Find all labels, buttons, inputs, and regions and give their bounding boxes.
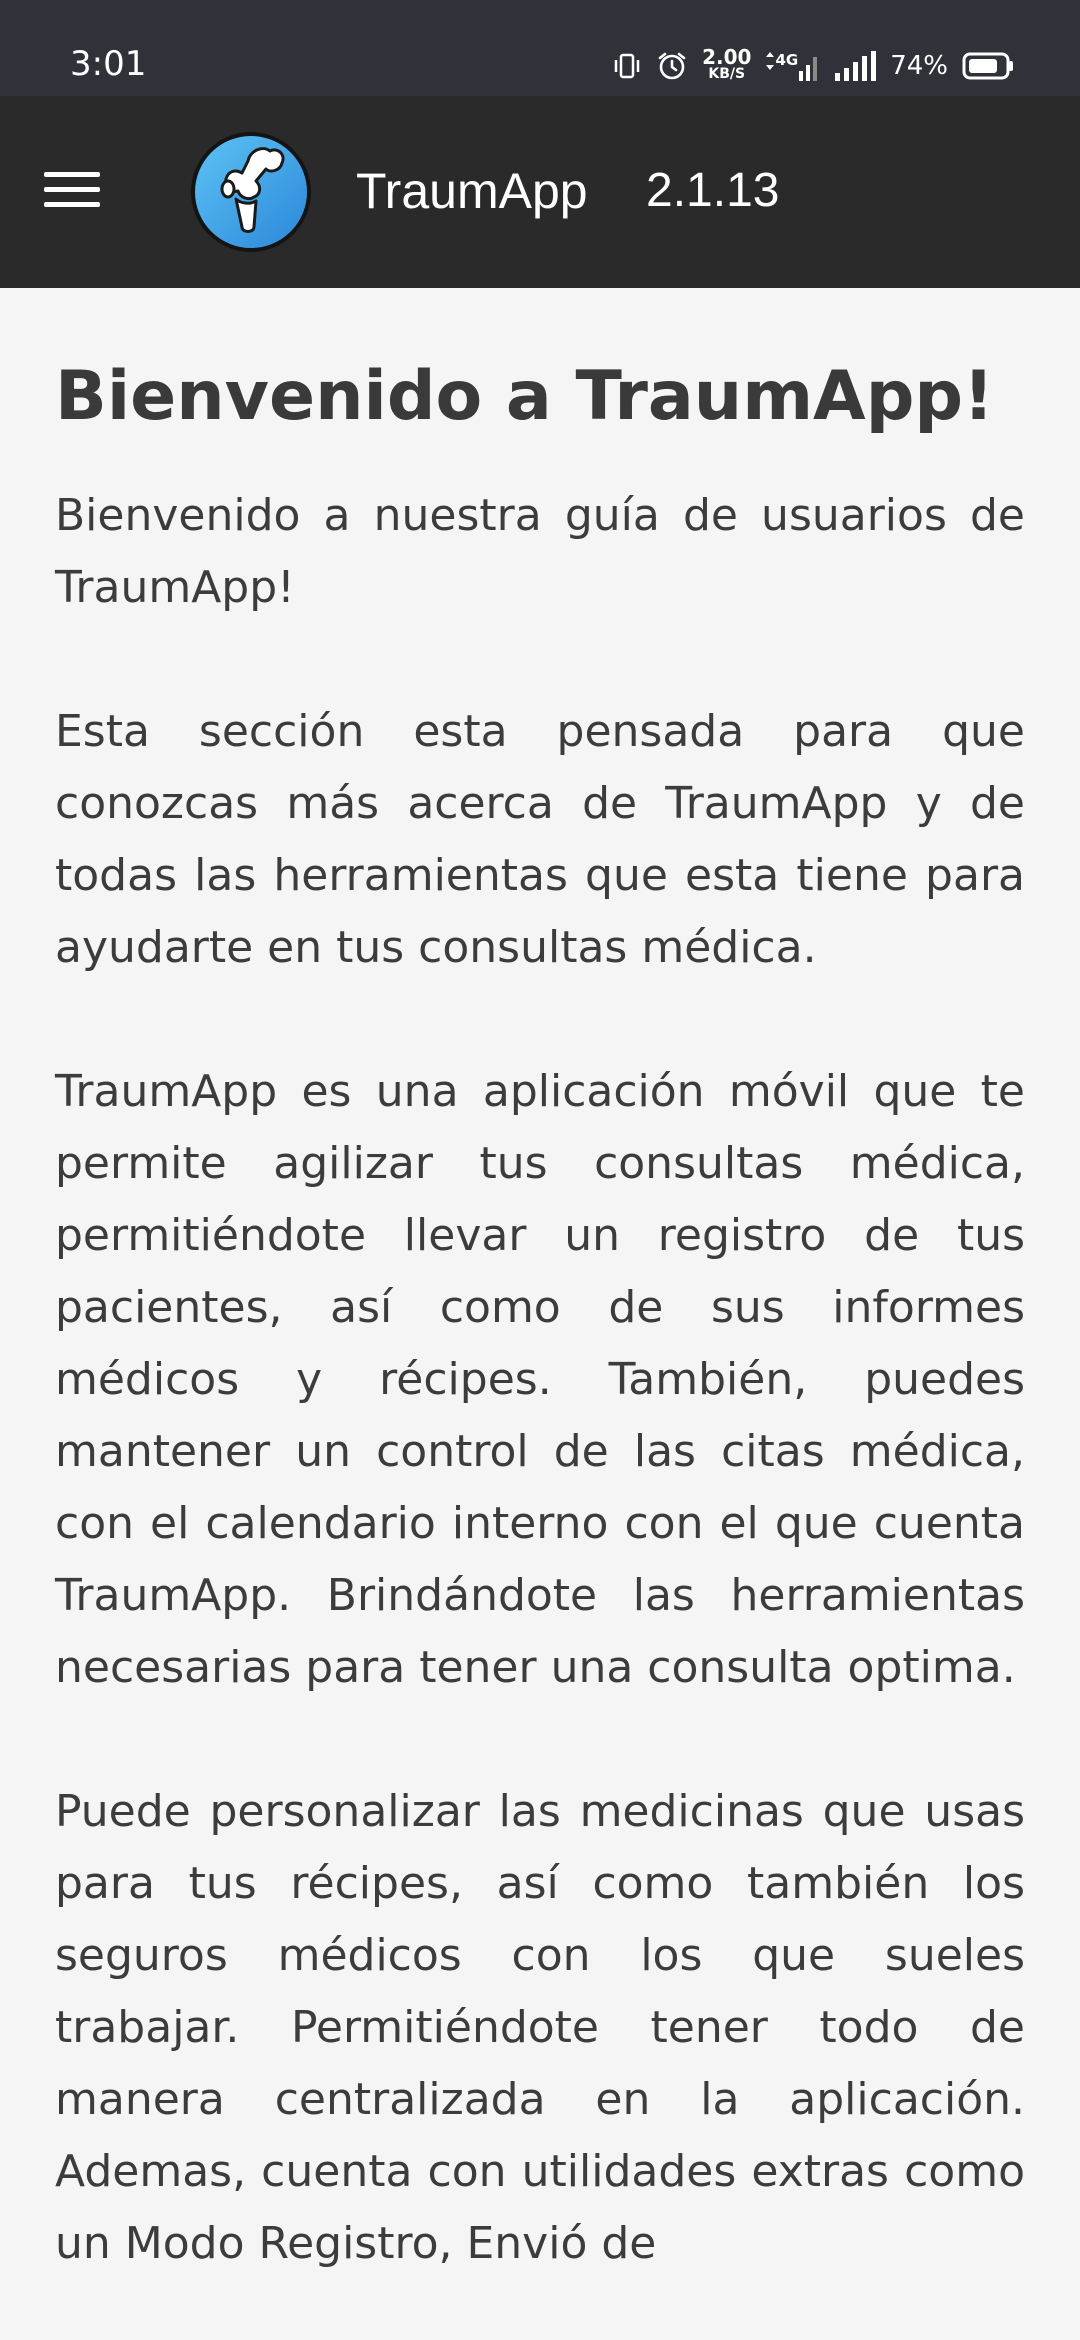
menu-button[interactable] <box>30 152 114 232</box>
signal-bars-secondary-icon <box>798 51 820 81</box>
app-logo <box>190 131 312 253</box>
network-speed-value: 2.00 <box>702 45 752 69</box>
section-purpose-paragraph: Esta sección esta pensada para que conoz… <box>55 706 1025 973</box>
battery-percent: 74% <box>890 51 948 81</box>
alarm-icon <box>656 50 688 82</box>
app-description-paragraph: TraumApp es una aplicación móvil que te … <box>55 1066 1025 1693</box>
vibrate-icon <box>612 51 642 81</box>
network-speed-unit: KB/S <box>708 66 746 82</box>
mobile-data-indicator: 4G <box>765 51 820 81</box>
intro-paragraph: Bienvenido a nuestra guía de usuarios de… <box>55 490 1025 613</box>
app-bar: TraumApp 2.1.13 <box>0 96 1080 288</box>
page-title: Bienvenido a TraumApp! <box>55 357 995 436</box>
battery-icon <box>962 52 1014 80</box>
app-version: 2.1.13 <box>646 164 780 217</box>
network-type-label: 4G <box>775 51 799 69</box>
data-arrows-icon <box>765 51 775 71</box>
welcome-content: Bienvenido a TraumApp! Bienvenido a nues… <box>55 288 1025 2280</box>
knee-bone-icon <box>191 132 311 252</box>
hamburger-menu-icon <box>44 170 100 214</box>
signal-icon <box>834 51 877 81</box>
status-time: 3:01 <box>70 44 147 84</box>
status-bar: 3:01 2.00 KB/S 4G 74% <box>0 0 1080 96</box>
customization-paragraph: Puede personalizar las medicinas que usa… <box>55 1786 1025 2269</box>
app-title: TraumApp <box>356 163 588 219</box>
network-speed: 2.00 KB/S <box>702 45 752 83</box>
status-icons: 2.00 KB/S 4G 74% <box>612 44 1014 88</box>
